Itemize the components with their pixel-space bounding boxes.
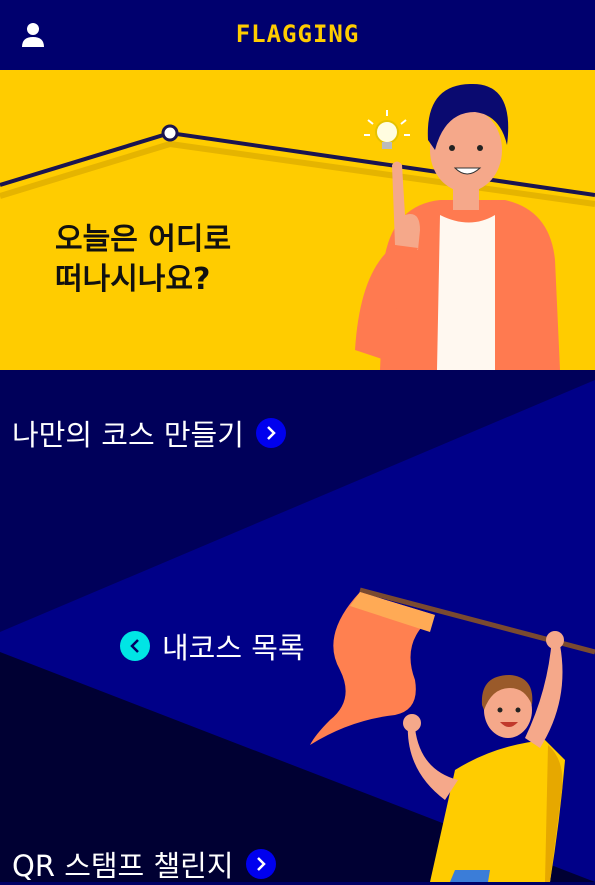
chevron-right-icon — [267, 426, 276, 440]
hero-banner: 오늘은 어디로 떠나시나요? — [0, 70, 595, 370]
make-course-link[interactable]: 나만의 코스 만들기 — [12, 412, 286, 454]
lightbulb-icon — [364, 110, 410, 149]
qr-challenge-label: QR 스탬프 챌린지 — [12, 849, 234, 883]
app-header: FLAGGING — [0, 0, 595, 70]
route-point-marker — [161, 124, 179, 142]
my-courses-link[interactable]: 내코스 목록 — [120, 625, 305, 667]
make-course-label: 나만의 코스 만들기 — [12, 418, 244, 452]
chevron-right-icon — [256, 857, 266, 871]
app-logo: FLAGGING — [235, 20, 360, 48]
chevron-left-icon — [130, 639, 139, 653]
hero-headline: 오늘은 어디로 떠나시나요? — [55, 220, 231, 300]
make-course-arrow-button[interactable] — [255, 418, 286, 448]
my-courses-arrow-button[interactable] — [120, 631, 150, 661]
my-courses-label: 내코스 목록 — [162, 631, 305, 665]
qr-challenge-arrow-button[interactable] — [245, 849, 276, 879]
hero-headline-line1: 오늘은 어디로 — [55, 222, 232, 257]
qr-challenge-link[interactable]: QR 스탬프 챌린지 — [12, 843, 276, 885]
hero-headline-line2: 떠나시나요? — [55, 262, 211, 297]
